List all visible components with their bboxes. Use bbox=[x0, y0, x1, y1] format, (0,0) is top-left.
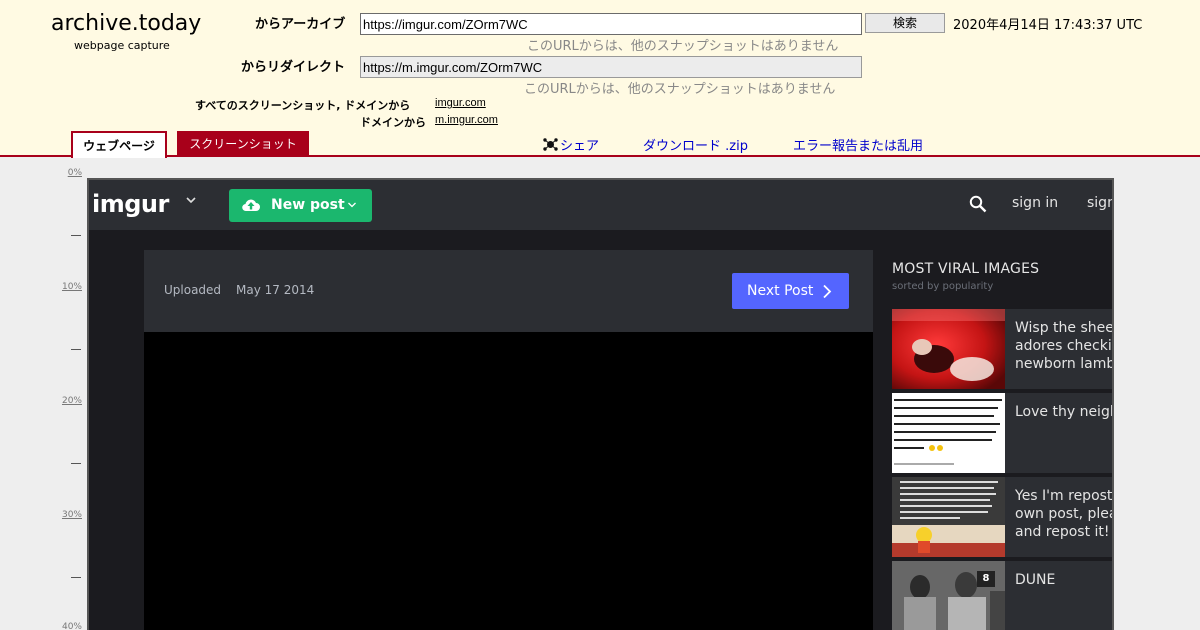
most-viral-subtitle: sorted by popularity bbox=[892, 281, 994, 292]
viral-thumbnail bbox=[892, 393, 1005, 473]
ruler-dash bbox=[71, 349, 81, 350]
redirect-url-input[interactable] bbox=[360, 56, 862, 78]
new-post-button[interactable]: New post bbox=[229, 189, 372, 222]
ruler-label-20[interactable]: 20% bbox=[50, 396, 82, 406]
no-other-snapshots-text: このURLからは、他のスナップショットはありません bbox=[527, 39, 839, 54]
uploaded-label: Uploaded bbox=[164, 283, 222, 297]
tab-screenshot[interactable]: スクリーンショット bbox=[177, 131, 309, 157]
domain-link-imgur[interactable]: imgur.com bbox=[435, 97, 486, 109]
domain-link-m-imgur[interactable]: m.imgur.com bbox=[435, 114, 498, 126]
sign-in-link[interactable]: sign in bbox=[1012, 195, 1058, 211]
viral-thumbnail bbox=[892, 477, 1005, 557]
domain-label-2: ドメインから bbox=[360, 116, 426, 129]
share-link[interactable]: シェア bbox=[543, 135, 599, 154]
report-abuse-link[interactable]: エラー報告または乱用 bbox=[793, 135, 923, 154]
download-zip-link[interactable]: ダウンロード .zip bbox=[643, 135, 748, 154]
no-other-snapshots-text-2: このURLからは、他のスナップショットはありません bbox=[524, 82, 836, 97]
viral-item-title: adores checking bbox=[1015, 338, 1112, 354]
archive-from-label: からアーカイブ bbox=[255, 17, 346, 32]
viral-item[interactable]: Wisp the sheep adores checking newborn l… bbox=[892, 309, 1114, 389]
viral-item-title: Wisp the sheep bbox=[1015, 320, 1114, 336]
viral-thumbnail bbox=[892, 309, 1005, 389]
tab-webpage[interactable]: ウェブページ bbox=[71, 131, 167, 158]
viral-item-title: DUNE bbox=[1015, 572, 1056, 588]
capture-timestamp: 2020年4月14日 17:43:37 UTC bbox=[953, 18, 1143, 33]
viral-item[interactable]: 8 DUNE bbox=[892, 561, 1112, 630]
ruler-label-30[interactable]: 30% bbox=[50, 510, 82, 520]
imgur-logo[interactable]: imgur bbox=[92, 190, 169, 218]
captured-page: imgur New post sign in sign up Uploaded … bbox=[87, 178, 1114, 630]
viral-item-title: Love thy neighbor bbox=[1015, 404, 1112, 420]
archive-logo-subtitle: webpage capture bbox=[74, 39, 170, 52]
sign-up-link[interactable]: sign up bbox=[1087, 195, 1112, 211]
image-count-badge: 8 bbox=[977, 571, 995, 587]
viral-item-title: newborn lambs bbox=[1015, 356, 1114, 372]
viral-thumbnail: 8 bbox=[892, 561, 1005, 630]
all-screenshots-label: すべてのスクリーンショット, ドメインから bbox=[195, 99, 411, 112]
chevron-down-icon[interactable] bbox=[185, 194, 197, 206]
redirect-from-label: からリダイレクト bbox=[241, 60, 346, 75]
viral-item-title: Yes I'm reposting bbox=[1015, 488, 1113, 504]
ruler-dash bbox=[71, 235, 81, 236]
chevron-right-icon bbox=[823, 284, 832, 299]
new-post-label: New post bbox=[271, 197, 345, 213]
search-icon[interactable] bbox=[969, 195, 987, 213]
share-label: シェア bbox=[560, 139, 600, 154]
next-post-button[interactable]: Next Post bbox=[732, 273, 849, 309]
archive-header: archive.today webpage capture からアーカイブ 検索… bbox=[0, 0, 1200, 158]
search-button[interactable]: 検索 bbox=[865, 13, 945, 33]
imgur-navbar: imgur New post sign in sign up bbox=[89, 180, 1112, 230]
post-image[interactable] bbox=[144, 332, 873, 630]
archive-logo-title[interactable]: archive.today bbox=[51, 11, 201, 36]
ruler-label-40[interactable]: 40% bbox=[50, 622, 82, 630]
viral-item-title: and repost it! bbox=[1015, 524, 1110, 540]
archive-url-input[interactable] bbox=[360, 13, 862, 35]
cloud-upload-icon bbox=[242, 199, 260, 212]
ruler-dash bbox=[71, 577, 81, 578]
ruler-label-10[interactable]: 10% bbox=[50, 282, 82, 292]
viral-item[interactable]: Love thy neighbor bbox=[892, 393, 1112, 473]
post-header: Uploaded May 17 2014 Next Post bbox=[144, 250, 873, 332]
uploaded-date: May 17 2014 bbox=[236, 283, 315, 297]
viral-item-title: own post, please bbox=[1015, 506, 1112, 522]
chevron-down-icon bbox=[348, 202, 356, 208]
viral-item[interactable]: Yes I'm reposting own post, please and r… bbox=[892, 477, 1113, 557]
most-viral-title: MOST VIRAL IMAGES bbox=[892, 261, 1040, 277]
next-post-label: Next Post bbox=[747, 283, 814, 299]
share-icon bbox=[543, 137, 558, 151]
ruler-label-0[interactable]: 0% bbox=[50, 168, 82, 178]
ruler-dash bbox=[71, 463, 81, 464]
